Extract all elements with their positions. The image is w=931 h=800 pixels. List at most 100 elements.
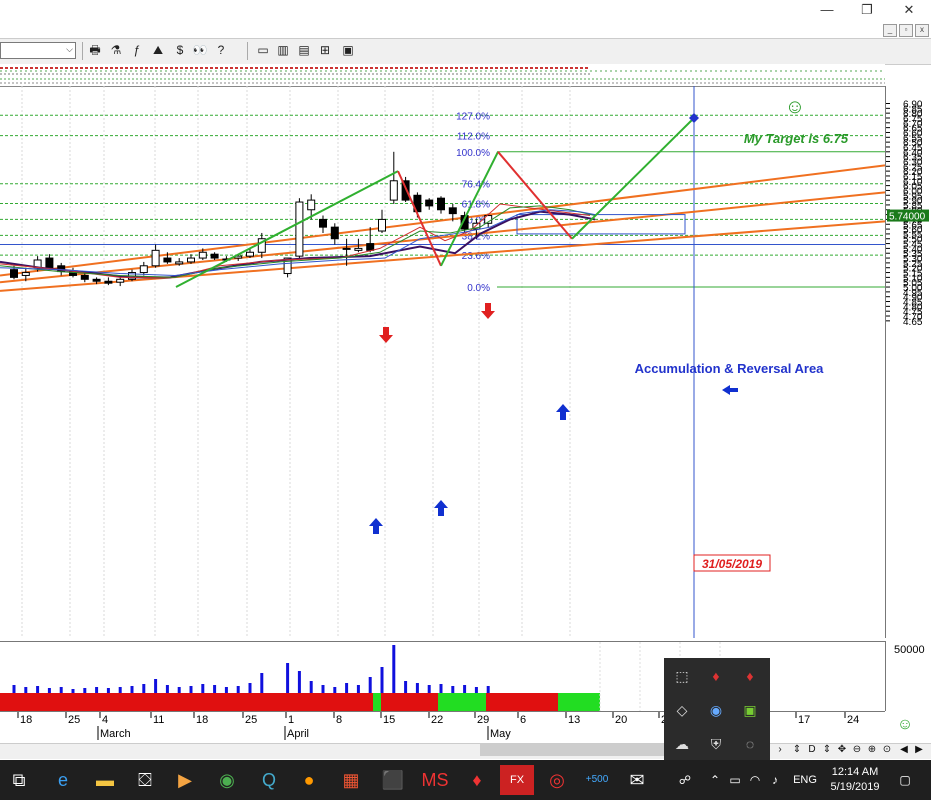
mdi-close-button[interactable]: x xyxy=(915,24,929,37)
candle-body xyxy=(151,249,160,267)
date-tick-label: 15 xyxy=(383,714,395,726)
pattern-icon[interactable]: ⛰ xyxy=(150,42,166,59)
zoom-out-icon[interactable]: ⊖ xyxy=(850,743,864,757)
app-orange-icon[interactable]: ● xyxy=(292,765,326,795)
candle-body xyxy=(45,257,54,269)
tray-cloud-icon[interactable]: ☁ xyxy=(670,732,694,756)
date-label-text: 31/05/2019 xyxy=(702,557,762,571)
dollar-icon[interactable]: $ xyxy=(172,42,188,59)
zigzag-green-line-3 xyxy=(571,117,695,240)
next-icon[interactable]: ▶ xyxy=(912,743,926,757)
candle-body xyxy=(175,261,184,265)
restore-button[interactable]: ❐ xyxy=(852,0,882,22)
print-icon[interactable]: 🖶 xyxy=(87,42,103,59)
zoom-fit-icon[interactable]: ⊙ xyxy=(880,743,894,757)
layout-icon[interactable]: ▣ xyxy=(340,42,356,59)
channel-upper-line xyxy=(0,164,886,277)
task-view-icon[interactable]: ⧉ xyxy=(2,765,36,795)
candle-body xyxy=(139,265,148,274)
close-button[interactable]: ✕ xyxy=(894,0,924,22)
app-500-icon[interactable]: +500 xyxy=(580,765,614,795)
tile-vertical-icon[interactable]: ▥ xyxy=(275,42,291,59)
app-red-icon[interactable]: ◎ xyxy=(540,765,574,795)
chart-app-icon[interactable]: ▦ xyxy=(334,765,368,795)
symbol-select[interactable]: ⌵ xyxy=(0,42,76,59)
date-tick-label: 24 xyxy=(847,714,859,726)
tray-overflow-popup: ⬚ ♦ ♦ ◇ ◉ ▣ ☁ ⛨ ◌ xyxy=(664,658,770,761)
file-explorer-icon[interactable]: ▬ xyxy=(88,765,122,795)
tile-horizontal-icon[interactable]: ▤ xyxy=(296,42,312,59)
tray-shield-icon[interactable]: ⛨ xyxy=(704,732,728,756)
tray-expand-icon[interactable]: ⌃ xyxy=(706,768,724,792)
fib-label: 127.0% xyxy=(456,111,490,122)
store-icon[interactable]: ⛋ xyxy=(128,765,162,795)
candle-body xyxy=(319,218,327,228)
price-chart[interactable]: 127.0% 112.0% 100.0% 76.4% 61.8% 50.0% 38.2% 23… xyxy=(0,86,886,638)
window-icon[interactable]: ▭ xyxy=(255,42,271,59)
whats-this-icon[interactable]: ? xyxy=(213,42,229,59)
candle-body xyxy=(116,278,125,283)
tray-usb-icon[interactable]: ◇ xyxy=(670,698,694,722)
edge-icon[interactable]: e xyxy=(46,765,80,795)
month-label: April xyxy=(287,728,309,740)
d-icon[interactable]: D xyxy=(805,743,819,757)
price-axis[interactable]: 6.90 6.85 6.80 6.75 6.70 6.65 6.60 6.55 6.50 6.45… xyxy=(885,86,931,638)
mail-icon[interactable]: ✉ xyxy=(620,765,654,795)
last-price-label: 5.74000 xyxy=(889,212,926,223)
clock-time[interactable]: 12:14 AM xyxy=(820,766,890,778)
volume-icon[interactable]: ♪ xyxy=(766,768,784,792)
fxpro-icon[interactable]: FX xyxy=(500,765,534,795)
move-icon[interactable]: ✥ xyxy=(835,743,849,757)
binoculars-icon[interactable]: 👀 xyxy=(192,42,208,59)
tray-app-icon-3[interactable]: ♦ xyxy=(738,664,762,688)
tray-nvidia-icon[interactable]: ▣ xyxy=(738,698,762,722)
minimize-button[interactable]: — xyxy=(812,0,842,22)
toggle-icon[interactable]: ⇕ xyxy=(790,743,804,757)
indicator-strip-lines xyxy=(0,67,885,84)
candle-body xyxy=(104,280,113,284)
smiley-icon[interactable]: ☺ xyxy=(893,714,917,736)
zoom-in-icon[interactable]: ⊕ xyxy=(865,743,879,757)
candle-body xyxy=(92,278,101,282)
price-chart-canvas[interactable]: 127.0%112.0%100.0%76.4%61.8%50.0%38.2%23… xyxy=(0,86,886,638)
candle-body xyxy=(187,257,195,263)
ms-app-icon[interactable]: ♦ xyxy=(460,765,494,795)
sell-arrow-2 xyxy=(481,303,495,319)
candle-body xyxy=(378,218,386,232)
accumulation-box xyxy=(516,214,686,235)
sell-arrow-1 xyxy=(379,327,393,343)
chevron-down-icon: ⌵ xyxy=(66,44,73,54)
zigzag-red-line-2 xyxy=(497,151,573,240)
mdi-minimize-button[interactable]: _ xyxy=(883,24,897,37)
formula-icon[interactable]: ƒ xyxy=(129,42,145,59)
chrome-icon[interactable]: ◉ xyxy=(210,765,244,795)
tray-app-icon-1[interactable]: ⬚ xyxy=(670,664,694,688)
buy-arrow-2 xyxy=(434,500,448,516)
scroll-right-icon[interactable]: › xyxy=(773,743,787,757)
mdi-restore-button[interactable]: ▫ xyxy=(899,24,913,37)
tray-network-icon[interactable]: ◉ xyxy=(704,698,728,722)
tray-app-icon-2[interactable]: ♦ xyxy=(704,664,728,688)
candle-body xyxy=(198,251,207,259)
trader-app-icon[interactable]: ⬛ xyxy=(376,765,410,795)
tray-swirl-icon[interactable]: ◌ xyxy=(738,732,762,756)
metastock-icon[interactable]: MS xyxy=(418,765,452,795)
language-indicator[interactable]: ENG xyxy=(790,768,820,792)
app-q-icon[interactable]: Q xyxy=(252,765,286,795)
media-player-icon[interactable]: ▶ xyxy=(168,765,202,795)
volume-tick-label: 50000 xyxy=(894,644,925,656)
notifications-icon[interactable]: ▢ xyxy=(893,768,917,792)
wifi-icon[interactable]: ◠ xyxy=(746,768,764,792)
clock-date[interactable]: 5/19/2019 xyxy=(820,781,890,793)
grid-icon[interactable]: ⊞ xyxy=(317,42,333,59)
prev-icon[interactable]: ◀ xyxy=(897,743,911,757)
up-down-icon[interactable]: ⇕ xyxy=(820,743,834,757)
scrollbar-thumb[interactable] xyxy=(480,744,670,756)
ma-red-line xyxy=(0,203,591,278)
date-tick-label: 4 xyxy=(102,714,108,726)
buy-arrow-3 xyxy=(556,404,570,420)
wizard-icon[interactable]: ⚗ xyxy=(108,42,124,59)
candle-body xyxy=(21,272,30,276)
people-icon[interactable]: ☍ xyxy=(675,768,695,792)
battery-icon[interactable]: ▭ xyxy=(726,768,744,792)
